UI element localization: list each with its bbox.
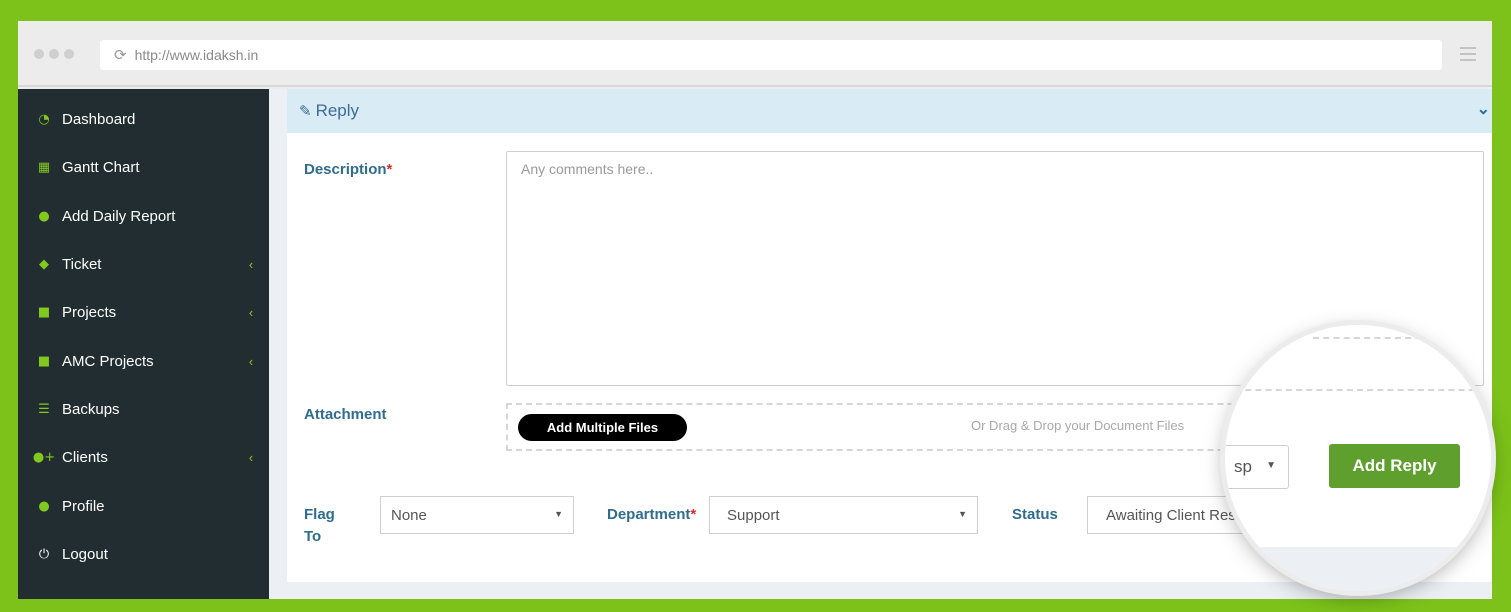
power-icon: ⏻: [38, 546, 50, 562]
file-icon: ■: [37, 353, 51, 369]
flag-to-select[interactable]: None ▼: [380, 496, 574, 534]
magnified-footer: [1225, 547, 1491, 591]
reply-title: Reply: [315, 101, 360, 120]
chevron-left-icon: ‹: [248, 304, 254, 320]
department-value: Support: [727, 506, 780, 524]
refresh-icon[interactable]: ⟳: [114, 46, 127, 64]
sidebar-item-logout[interactable]: ⏻ Logout: [18, 534, 269, 574]
user-plus-icon: ●+: [32, 449, 56, 465]
window-dot[interactable]: [34, 49, 44, 59]
sidebar-item-label: Dashboard: [62, 110, 136, 128]
sidebar-item-label: Ticket: [62, 255, 102, 273]
sidebar-item-label: Profile: [62, 497, 105, 515]
chevron-down-icon[interactable]: ⌄: [1477, 99, 1490, 119]
required-mark: *: [386, 161, 393, 178]
sidebar: ◔ Dashboard ▦ Gantt Chart ● Add Daily Re…: [18, 89, 269, 599]
add-reply-button[interactable]: Add Reply: [1329, 444, 1460, 488]
window-dot[interactable]: [64, 49, 74, 59]
sidebar-item-label: Add Daily Report: [62, 207, 176, 225]
sidebar-item-dashboard[interactable]: ◔ Dashboard: [18, 99, 269, 139]
chevron-left-icon: ‹: [248, 353, 254, 369]
dropzone-edge: [1225, 389, 1491, 391]
department-label-text: Department: [607, 506, 691, 523]
sidebar-item-label: Logout: [62, 545, 108, 563]
chevron-left-icon: ‹: [248, 256, 254, 272]
status-label: Status: [1012, 506, 1058, 523]
sidebar-item-label: Projects: [62, 303, 117, 321]
sidebar-item-label: AMC Projects: [62, 352, 154, 370]
address-bar[interactable]: ⟳ http://www.idaksh.in: [100, 40, 1442, 70]
sidebar-item-amc-projects[interactable]: ■ AMC Projects ‹: [18, 341, 269, 381]
dropdown-arrow-icon: ▼: [1266, 460, 1276, 471]
browser-titlebar: ⟳ http://www.idaksh.in: [18, 21, 1492, 87]
sidebar-item-label: Gantt Chart: [62, 158, 140, 176]
sidebar-item-projects[interactable]: ■ Projects ‹: [18, 292, 269, 332]
flag-to-label-line2: To: [304, 528, 322, 545]
window-controls: [34, 49, 74, 59]
department-select[interactable]: Support ▼: [709, 496, 978, 534]
flag-to-label-line1: Flag: [304, 506, 335, 523]
pencil-icon: ✎: [299, 102, 312, 120]
dropdown-arrow-icon: ▼: [958, 509, 967, 519]
drop-hint: Or Drag & Drop your Document Files: [971, 418, 1185, 433]
dropzone-edge: [1313, 337, 1491, 339]
department-label: Department*: [607, 506, 696, 523]
attachment-label: Attachment: [304, 406, 387, 423]
description-label: Description*: [304, 161, 392, 178]
sidebar-item-ticket[interactable]: ◆ Ticket ‹: [18, 244, 269, 284]
window-dot[interactable]: [49, 49, 59, 59]
flag-to-value: None: [391, 506, 427, 524]
sidebar-item-add-daily-report[interactable]: ● Add Daily Report: [18, 196, 269, 236]
chevron-left-icon: ‹: [248, 449, 254, 465]
file-icon: ■: [37, 304, 51, 320]
required-mark: *: [690, 506, 697, 523]
sidebar-item-backups[interactable]: ☰ Backups: [18, 389, 269, 429]
dropdown-arrow-icon: ▼: [554, 509, 563, 519]
database-icon: ☰: [38, 401, 50, 417]
description-label-text: Description: [304, 161, 387, 178]
sidebar-item-profile[interactable]: ● Profile: [18, 486, 269, 526]
calendar-icon: ▦: [37, 159, 51, 175]
dashboard-icon: ◔: [38, 111, 50, 127]
magnified-select-value: sp: [1234, 457, 1252, 476]
reply-header[interactable]: ✎ Reply ⌄: [287, 89, 1492, 133]
user-icon: ●: [38, 498, 50, 514]
sidebar-item-label: Clients: [62, 448, 108, 466]
magnifier-callout: sp ▼ Add Reply: [1225, 325, 1491, 591]
ticket-icon: ◆: [39, 256, 49, 272]
hamburger-menu-icon[interactable]: [1460, 45, 1476, 63]
url-text: http://www.idaksh.in: [134, 47, 259, 63]
sidebar-item-label: Backups: [62, 400, 120, 418]
user-icon: ●: [38, 208, 50, 224]
sidebar-item-gantt-chart[interactable]: ▦ Gantt Chart: [18, 147, 269, 187]
sidebar-item-clients[interactable]: ●+ Clients ‹: [18, 437, 269, 477]
add-multiple-files-button[interactable]: Add Multiple Files: [518, 414, 687, 441]
magnified-status-select[interactable]: sp ▼: [1225, 445, 1289, 489]
status-value: Awaiting Client Res: [1106, 506, 1236, 524]
